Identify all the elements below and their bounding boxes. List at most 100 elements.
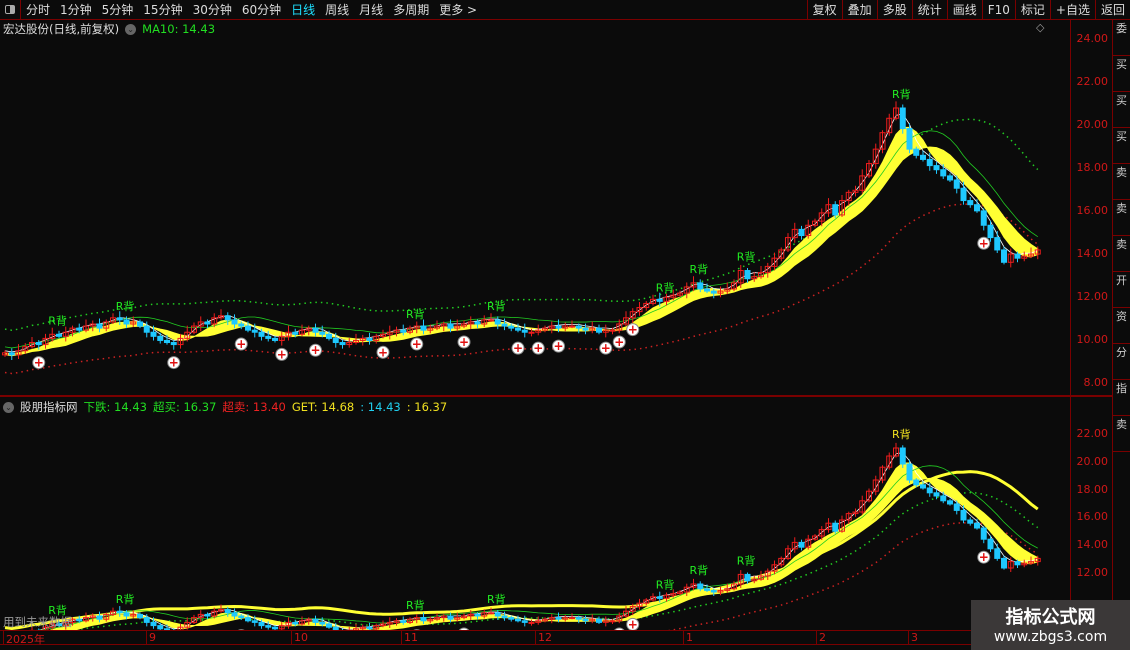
indicator-value: : 16.37	[406, 400, 448, 414]
action-button[interactable]: 多股	[876, 0, 912, 20]
candle-down	[258, 621, 265, 627]
candle-down	[272, 337, 278, 341]
candle-down	[400, 620, 407, 623]
candle-down	[245, 617, 251, 622]
period-tab[interactable]: 60分钟	[237, 1, 286, 18]
action-button[interactable]: 统计	[911, 0, 947, 20]
candle-down	[656, 596, 663, 599]
candle-down	[704, 588, 710, 591]
watermark: 指标公式网 www.zbgs3.com	[971, 600, 1130, 650]
candle-down	[494, 319, 501, 325]
price-tick-label: 12.00	[1076, 566, 1109, 579]
candle-down	[312, 618, 319, 623]
indicator-value: 下跌: 14.43	[83, 400, 147, 414]
candle-up	[488, 319, 494, 322]
main-chart[interactable]: + +++ + ++ + + + + + +++R背R背R背R背R背R背R背R背	[0, 36, 1070, 396]
side-tab[interactable]: 卖	[1113, 164, 1130, 200]
period-tab[interactable]: 分时	[21, 1, 55, 18]
candle-down	[582, 618, 589, 622]
side-tab[interactable]: 资	[1113, 308, 1130, 344]
candle-down	[204, 321, 211, 325]
candle-down	[123, 319, 130, 325]
divergence-label: R背	[487, 299, 506, 313]
side-tab[interactable]: 买	[1113, 128, 1130, 164]
candle-down	[56, 333, 62, 337]
candle-down	[501, 615, 508, 619]
period-tab[interactable]: 月线	[354, 1, 388, 18]
plus-icon: +	[169, 356, 179, 370]
action-button[interactable]: 复权	[806, 0, 842, 20]
action-button[interactable]: 返回	[1094, 0, 1130, 20]
action-button[interactable]: 画线	[946, 0, 982, 20]
candle-down	[292, 331, 299, 335]
chevron-down-icon[interactable]: ⌄	[125, 23, 137, 35]
side-tab[interactable]: 买	[1113, 92, 1130, 128]
period-tab[interactable]: 30分钟	[188, 1, 237, 18]
candle-down	[967, 200, 974, 206]
action-button[interactable]: 标记	[1014, 0, 1050, 20]
side-tabs: 委买买买卖卖卖开资分指卖	[1112, 20, 1130, 630]
side-tab[interactable]: 指	[1113, 380, 1130, 416]
period-tab[interactable]: 15分钟	[138, 1, 187, 18]
price-tick-label: 10.00	[1076, 333, 1109, 346]
side-tab[interactable]: 卖	[1113, 236, 1130, 272]
action-button[interactable]: 叠加	[841, 0, 877, 20]
plus-icon: +	[614, 335, 624, 349]
action-button[interactable]: +自选	[1049, 0, 1095, 20]
candle-up	[569, 325, 575, 328]
side-tab[interactable]: 开	[1113, 272, 1130, 308]
action-button[interactable]: F10	[981, 0, 1015, 20]
side-tab[interactable]: 买	[1113, 56, 1130, 92]
candle-down	[319, 621, 326, 625]
side-tab[interactable]: 分	[1113, 344, 1130, 380]
layout-toggle-icon[interactable]	[0, 0, 21, 20]
candle-down	[994, 548, 1001, 559]
date-tick-label: 2	[816, 631, 826, 645]
sub-panel-title: 股朋指标网	[20, 400, 78, 414]
period-tab[interactable]: 5分钟	[97, 1, 139, 18]
period-tab[interactable]: 更多 >	[434, 1, 482, 18]
candle-down	[1014, 253, 1021, 259]
action-buttons: 复权 叠加 多股 统计 画线 F10 标记 +自选 返回	[806, 0, 1130, 20]
sub-chart[interactable]: +++++++++++++++R背R背R背R背R背R背R背R背	[0, 416, 1070, 630]
side-tab[interactable]: 委	[1113, 20, 1130, 56]
side-tab[interactable]: 卖	[1113, 416, 1130, 452]
candle-down	[319, 331, 326, 335]
candle-down	[238, 615, 245, 619]
candle-down	[994, 237, 1001, 251]
divergence-label: R背	[690, 262, 709, 276]
toolbar: 分时 1分钟 5分钟 15分钟 30分钟 60分钟 日线 周线 月线 多周期 更多 > 复权 叠加 多股…	[0, 0, 1130, 20]
candle-down	[1001, 249, 1007, 263]
divergence-label: R背	[116, 592, 135, 606]
candle-up	[528, 331, 535, 334]
sub-panel-header: ⌄ 股朋指标网 下跌: 14.43 超买: 16.37 超卖: 13.40 GET: …	[3, 399, 447, 415]
candle-down	[150, 331, 157, 337]
period-tab[interactable]: 日线	[286, 1, 320, 18]
candle-down	[447, 615, 454, 620]
future-data-note: 用到未来数据	[3, 615, 72, 629]
candle-down	[575, 325, 582, 329]
candle-down	[494, 612, 501, 617]
candle-down	[555, 617, 562, 620]
candle-down	[447, 323, 454, 329]
plus-icon: +	[979, 550, 989, 564]
diamond-icon[interactable]: ◇	[1036, 21, 1044, 34]
candle-down	[704, 288, 710, 292]
candle-down	[366, 626, 373, 630]
candle-down	[292, 621, 299, 625]
period-tab[interactable]: 多周期	[388, 1, 434, 18]
indicator-value: 超买: 16.37	[152, 400, 217, 414]
divergence-label: R背	[892, 87, 911, 101]
candle-down	[656, 298, 663, 302]
price-tick-label: 8.00	[1083, 376, 1109, 389]
chevron-down-icon[interactable]: ⌄	[3, 401, 14, 413]
candle-down	[312, 327, 319, 333]
candle-down	[987, 538, 994, 550]
lower-band-dots	[667, 521, 1039, 630]
candle-down	[899, 447, 906, 465]
candle-down	[265, 335, 272, 339]
period-tab[interactable]: 1分钟	[55, 1, 97, 18]
divergence-label: R背	[737, 250, 756, 264]
period-tab[interactable]: 周线	[320, 1, 354, 18]
side-tab[interactable]: 卖	[1113, 200, 1130, 236]
